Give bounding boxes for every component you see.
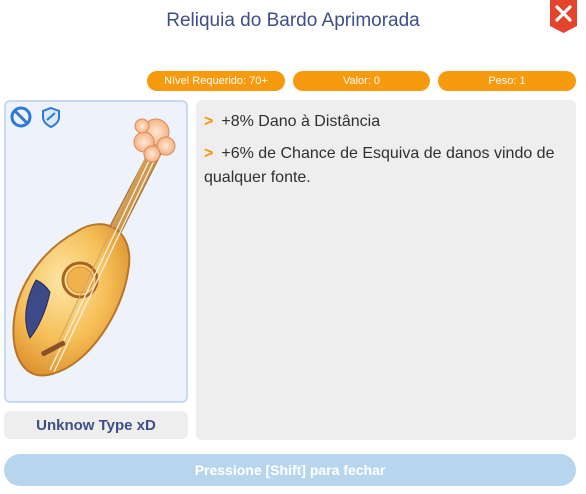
close-icon <box>550 0 577 33</box>
window-title: Reliquia do Bardo Aprimorada <box>166 10 420 31</box>
shield-icon <box>40 106 62 129</box>
item-description-panel: > +8% Dano à Distância > +6% de Chance de … <box>196 100 576 440</box>
bullet-arrow: > <box>204 145 214 162</box>
no-slot-icon <box>10 106 32 128</box>
close-hint-button[interactable]: Pressione [Shift] para fechar <box>4 454 576 486</box>
description-text: +6% de Chance de Esquiva de danos vindo … <box>204 145 555 186</box>
item-type-label: Unknow Type xD <box>4 411 188 439</box>
required-level-badge: Nível Requerido: 70+ <box>147 71 285 91</box>
mandolin-item-icon <box>12 118 176 377</box>
description-text: +8% Dano à Distância <box>221 113 381 130</box>
bullet-arrow: > <box>204 113 214 130</box>
close-button[interactable] <box>550 0 577 33</box>
description-line: > +8% Dano à Distância <box>204 110 568 134</box>
description-line: > +6% de Chance de Esquiva de danos vindo… <box>204 142 568 190</box>
item-image-panel <box>4 100 188 403</box>
value-badge: Valor: 0 <box>293 71 430 91</box>
weight-badge: Peso: 1 <box>438 71 576 91</box>
